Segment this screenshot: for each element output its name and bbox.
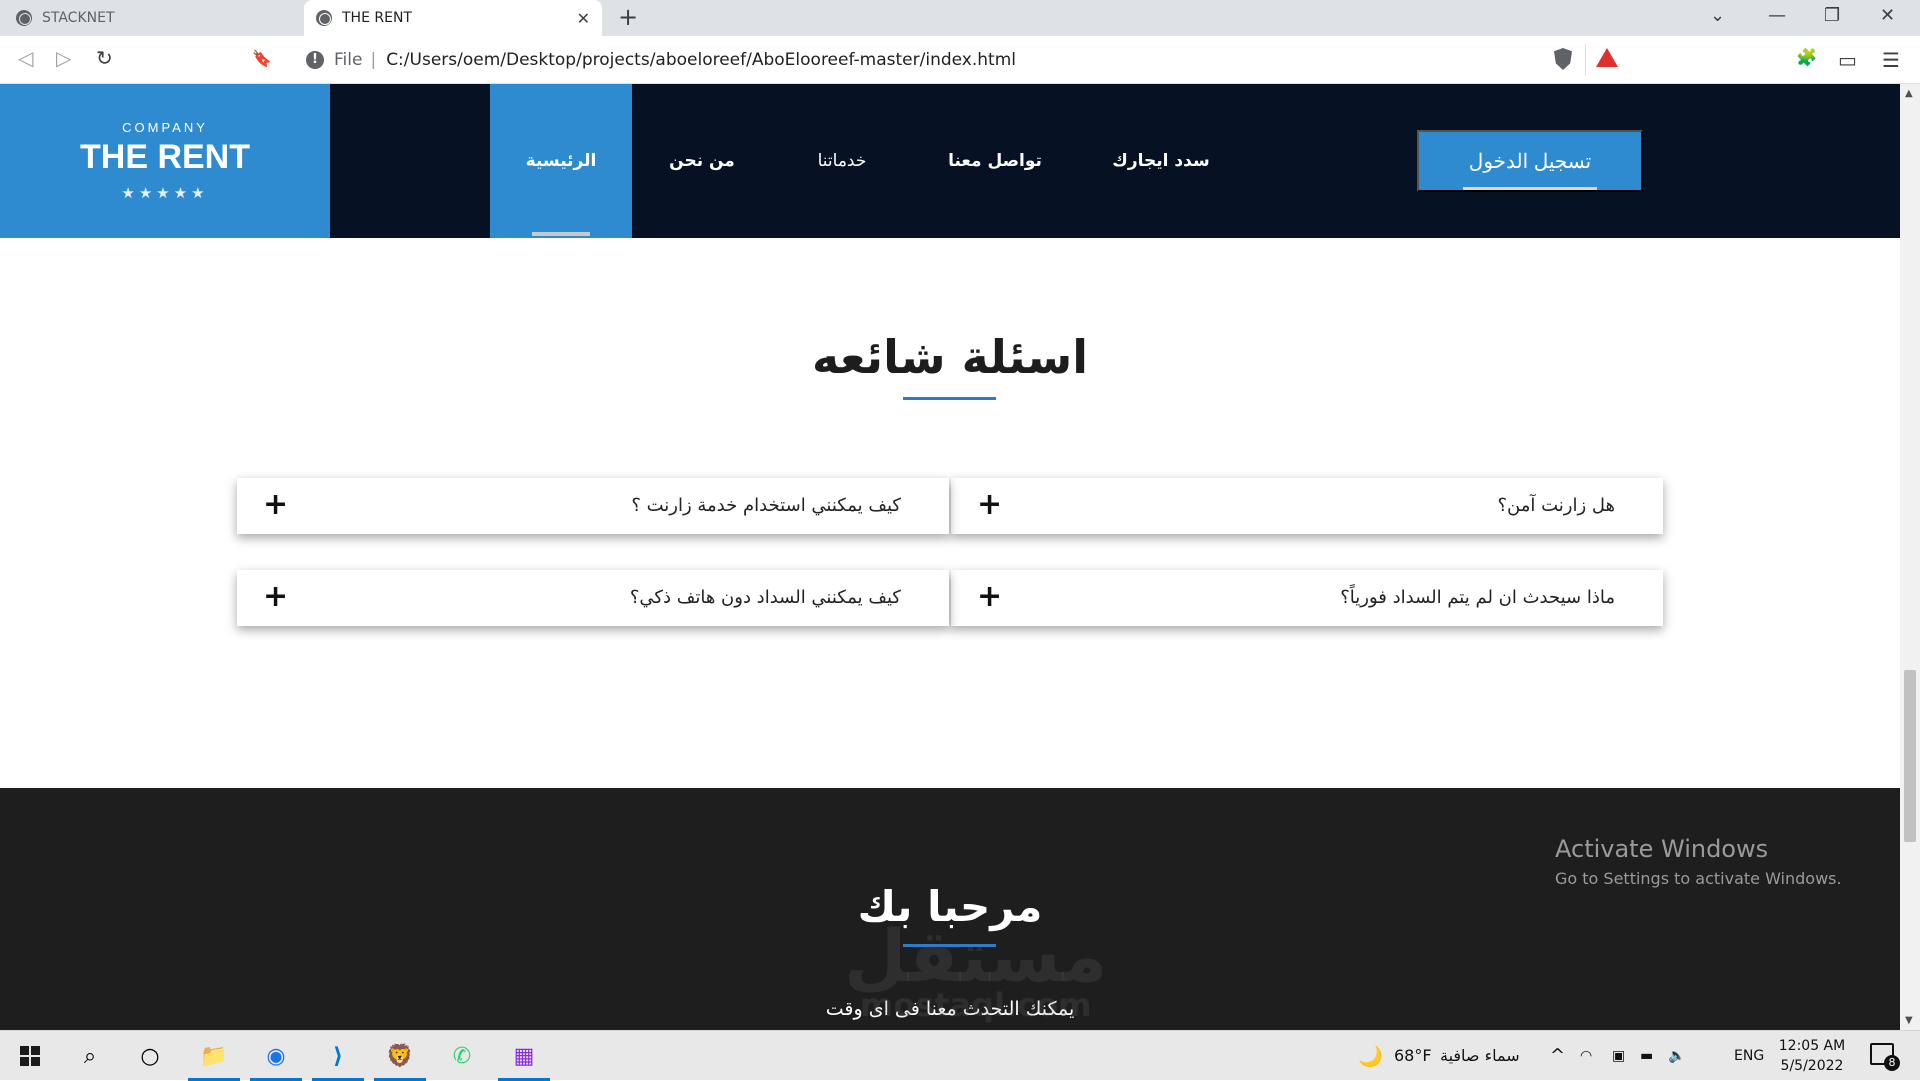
minimize-button[interactable]: —: [1768, 5, 1786, 26]
faq-item[interactable]: + كيف يمكنني استخدام خدمة زارنت ؟: [237, 478, 949, 534]
site-logo[interactable]: COMPANY THE RENT ★★★★★: [0, 84, 330, 238]
file-explorer-icon[interactable]: 📁: [188, 1039, 240, 1081]
extensions-icon[interactable]: 🧩: [1796, 48, 1817, 68]
notification-count-badge: 8: [1884, 1055, 1900, 1071]
activate-windows-title: Activate Windows: [1555, 835, 1769, 863]
scroll-down-arrow-icon[interactable]: ▼: [1905, 1015, 1913, 1026]
restore-button[interactable]: ❐: [1824, 5, 1840, 26]
plus-icon[interactable]: +: [977, 570, 1002, 626]
moon-weather-icon[interactable]: 🌙: [1358, 1031, 1383, 1081]
activate-windows-notice: Activate Windows Go to Settings to activ…: [1555, 835, 1842, 888]
new-tab-button[interactable]: +: [618, 3, 638, 31]
url-text[interactable]: C:/Users/oem/Desktop/projects/aboeloreef…: [386, 50, 1016, 70]
task-view-icon[interactable]: ○: [130, 1039, 170, 1073]
forward-button[interactable]: ▷: [56, 46, 71, 70]
windows-start-icon[interactable]: [20, 1046, 40, 1066]
battery-icon[interactable]: ▬: [1640, 1031, 1653, 1081]
clock-time: 12:05 AM: [1778, 1038, 1846, 1054]
faq-question: ماذا سيحدث ان لم يتم السداد فورياً؟: [1340, 587, 1615, 608]
plus-icon[interactable]: +: [263, 478, 288, 534]
page-scrollbar[interactable]: ▲ ▼: [1900, 84, 1920, 1030]
tab-title: THE RENT: [342, 10, 412, 26]
language-indicator[interactable]: ENG: [1734, 1031, 1764, 1081]
faq-title-underline: [903, 397, 996, 400]
whatsapp-icon[interactable]: ✆: [442, 1039, 482, 1073]
site-header: COMPANY THE RENT ★★★★★ الرئيسية من نحن خ…: [0, 84, 1900, 238]
clock-date: 5/5/2022: [1780, 1058, 1844, 1074]
activate-windows-subtitle: Go to Settings to activate Windows.: [1555, 869, 1842, 888]
browser-tab-strip: STACKNET THE RENT ✕ + ⌄ — ❐ ✕: [0, 0, 1920, 36]
nav-contact[interactable]: تواصل معنا: [912, 84, 1078, 238]
logo-company-text: COMPANY: [122, 120, 208, 135]
windows-taskbar: ⌕ ○ 📁 ◉ ⟩ 🦁 ✆ ▦ 🌙 68°F سماء صافية ^ ◠ ▣ …: [0, 1030, 1920, 1081]
winrar-icon[interactable]: ▦: [498, 1039, 550, 1081]
wallet-icon[interactable]: ▭: [1838, 48, 1857, 72]
back-button[interactable]: ◁: [18, 46, 33, 70]
nav-services[interactable]: خدماتنا: [772, 84, 912, 238]
vscode-icon[interactable]: ⟩: [312, 1039, 364, 1081]
plus-icon[interactable]: +: [263, 570, 288, 626]
notification-center-icon[interactable]: 8: [1870, 1043, 1900, 1071]
logo-brand-name: THE RENT: [80, 138, 250, 176]
close-tab-icon[interactable]: ✕: [577, 9, 590, 28]
tab-search-dropdown-icon[interactable]: ⌄: [1710, 5, 1725, 26]
faq-question: كيف يمكنني السداد دون هاتف ذكي؟: [629, 587, 901, 608]
watermark-arabic: مستقل: [844, 914, 1108, 998]
weather-temperature[interactable]: 68°F: [1394, 1031, 1432, 1081]
brave-icon[interactable]: 🦁: [374, 1039, 426, 1081]
plus-icon[interactable]: +: [977, 478, 1002, 534]
nav-home[interactable]: الرئيسية: [490, 84, 632, 238]
tab-stacknet[interactable]: STACKNET: [16, 0, 298, 36]
nav-about[interactable]: من نحن: [632, 84, 772, 238]
faq-title: اسئلة شائعه: [811, 330, 1089, 384]
chrome-icon[interactable]: ◉: [250, 1039, 302, 1081]
address-separator: |: [370, 50, 377, 70]
brave-rewards-icon[interactable]: [1596, 48, 1618, 67]
volume-icon[interactable]: 🔈: [1668, 1031, 1685, 1081]
faq-item[interactable]: + هل زارنت آمن؟: [951, 478, 1663, 534]
scroll-up-arrow-icon[interactable]: ▲: [1905, 88, 1913, 99]
globe-icon: [316, 10, 332, 26]
globe-icon: [16, 10, 32, 26]
tray-chevron-icon[interactable]: ^: [1550, 1031, 1565, 1081]
info-icon[interactable]: !: [306, 51, 324, 69]
network-icon[interactable]: ◠: [1580, 1031, 1592, 1081]
clock[interactable]: 12:05 AM 5/5/2022: [1762, 1036, 1862, 1076]
browser-toolbar: ◁ ▷ ↻ 🔖 ! File | C:/Users/oem/Desktop/pr…: [0, 36, 1920, 84]
faq-item[interactable]: + كيف يمكنني السداد دون هاتف ذكي؟: [237, 570, 949, 626]
faq-question: كيف يمكنني استخدام خدمة زارنت ؟: [631, 495, 901, 516]
tab-title: STACKNET: [42, 10, 115, 26]
search-icon[interactable]: ⌕: [70, 1039, 110, 1073]
weather-condition[interactable]: سماء صافية: [1440, 1031, 1520, 1081]
reload-button[interactable]: ↻: [96, 46, 113, 70]
bookmark-icon[interactable]: 🔖: [252, 49, 272, 68]
scrollbar-thumb[interactable]: [1904, 670, 1916, 842]
web-page: COMPANY THE RENT ★★★★★ الرئيسية من نحن خ…: [0, 84, 1900, 1030]
watermark-latin: mostaql.com: [859, 986, 1092, 1024]
menu-icon[interactable]: ☰: [1882, 48, 1900, 72]
close-window-button[interactable]: ✕: [1880, 5, 1895, 26]
login-button[interactable]: تسجيل الدخول: [1417, 130, 1643, 192]
logo-stars-icon: ★★★★★: [121, 184, 209, 202]
faq-question: هل زارنت آمن؟: [1497, 495, 1615, 516]
meet-now-icon[interactable]: ▣: [1612, 1031, 1625, 1081]
tab-the-rent[interactable]: THE RENT ✕: [304, 0, 602, 36]
faq-item[interactable]: + ماذا سيحدث ان لم يتم السداد فورياً؟: [951, 570, 1663, 626]
address-bar[interactable]: ! File | C:/Users/oem/Desktop/projects/a…: [296, 44, 1586, 76]
mostaql-watermark: مستقل mostaql.com: [844, 920, 1107, 1024]
scheme-label: File: [334, 50, 363, 70]
nav-pay-rent[interactable]: سدد ايجارك: [1078, 84, 1244, 238]
